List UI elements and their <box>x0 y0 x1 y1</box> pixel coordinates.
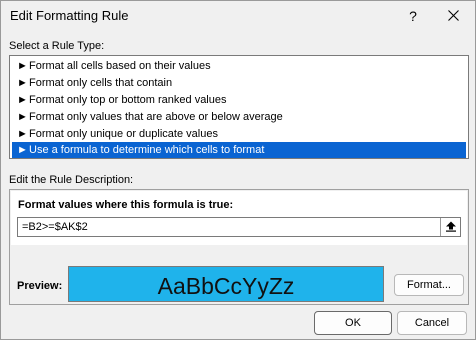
formula-section: Format values where this formula is true… <box>11 191 467 245</box>
rule-type-item-selected[interactable]: ►Use a formula to determine which cells … <box>12 142 466 158</box>
rule-arrow-icon: ► <box>17 77 28 89</box>
rule-type-item[interactable]: ►Format all cells based on their values <box>12 58 466 74</box>
dialog-title: Edit Formatting Rule <box>10 8 129 23</box>
formula-value: =B2>=$AK$2 <box>22 221 88 233</box>
title-bar: Edit Formatting Rule ? <box>1 1 475 33</box>
rule-description-panel: Format values where this formula is true… <box>9 189 469 305</box>
collapse-dialog-icon <box>445 221 456 232</box>
rule-type-label: Format all cells based on their values <box>29 60 211 72</box>
preview-label: Preview: <box>17 280 63 292</box>
cancel-button[interactable]: Cancel <box>397 311 467 335</box>
rule-type-label: Use a formula to determine which cells t… <box>29 144 265 156</box>
help-button[interactable]: ? <box>403 5 423 27</box>
edit-rule-description-label: Edit the Rule Description: <box>9 174 134 186</box>
format-preview: AaBbCcYyZz <box>68 266 384 302</box>
formula-input[interactable]: =B2>=$AK$2 <box>17 217 461 237</box>
rule-type-item[interactable]: ►Format only top or bottom ranked values <box>12 92 466 108</box>
edit-formatting-rule-dialog: Edit Formatting Rule ? Select a Rule Typ… <box>0 0 476 340</box>
rule-type-label: Format only top or bottom ranked values <box>29 94 227 106</box>
ok-button[interactable]: OK <box>314 311 392 335</box>
format-button[interactable]: Format... <box>394 274 464 296</box>
close-button[interactable] <box>442 5 464 27</box>
rule-type-label: Format only values that are above or bel… <box>29 111 283 123</box>
rule-type-item[interactable]: ►Format only cells that contain <box>12 75 466 91</box>
rule-type-label: Format only unique or duplicate values <box>29 128 218 140</box>
rule-arrow-icon: ► <box>17 94 28 106</box>
range-select-button[interactable] <box>440 218 460 236</box>
select-rule-type-label: Select a Rule Type: <box>9 40 105 52</box>
rule-type-item[interactable]: ►Format only unique or duplicate values <box>12 126 466 142</box>
rule-arrow-icon: ► <box>17 144 28 156</box>
rule-type-label: Format only cells that contain <box>29 77 173 89</box>
rule-type-item[interactable]: ►Format only values that are above or be… <box>12 109 466 125</box>
formula-label: Format values where this formula is true… <box>18 199 234 211</box>
rule-arrow-icon: ► <box>17 111 28 123</box>
close-icon <box>447 10 459 21</box>
rule-arrow-icon: ► <box>17 60 28 72</box>
rule-arrow-icon: ► <box>17 128 28 140</box>
rule-type-list[interactable]: ►Format all cells based on their values … <box>9 55 469 159</box>
